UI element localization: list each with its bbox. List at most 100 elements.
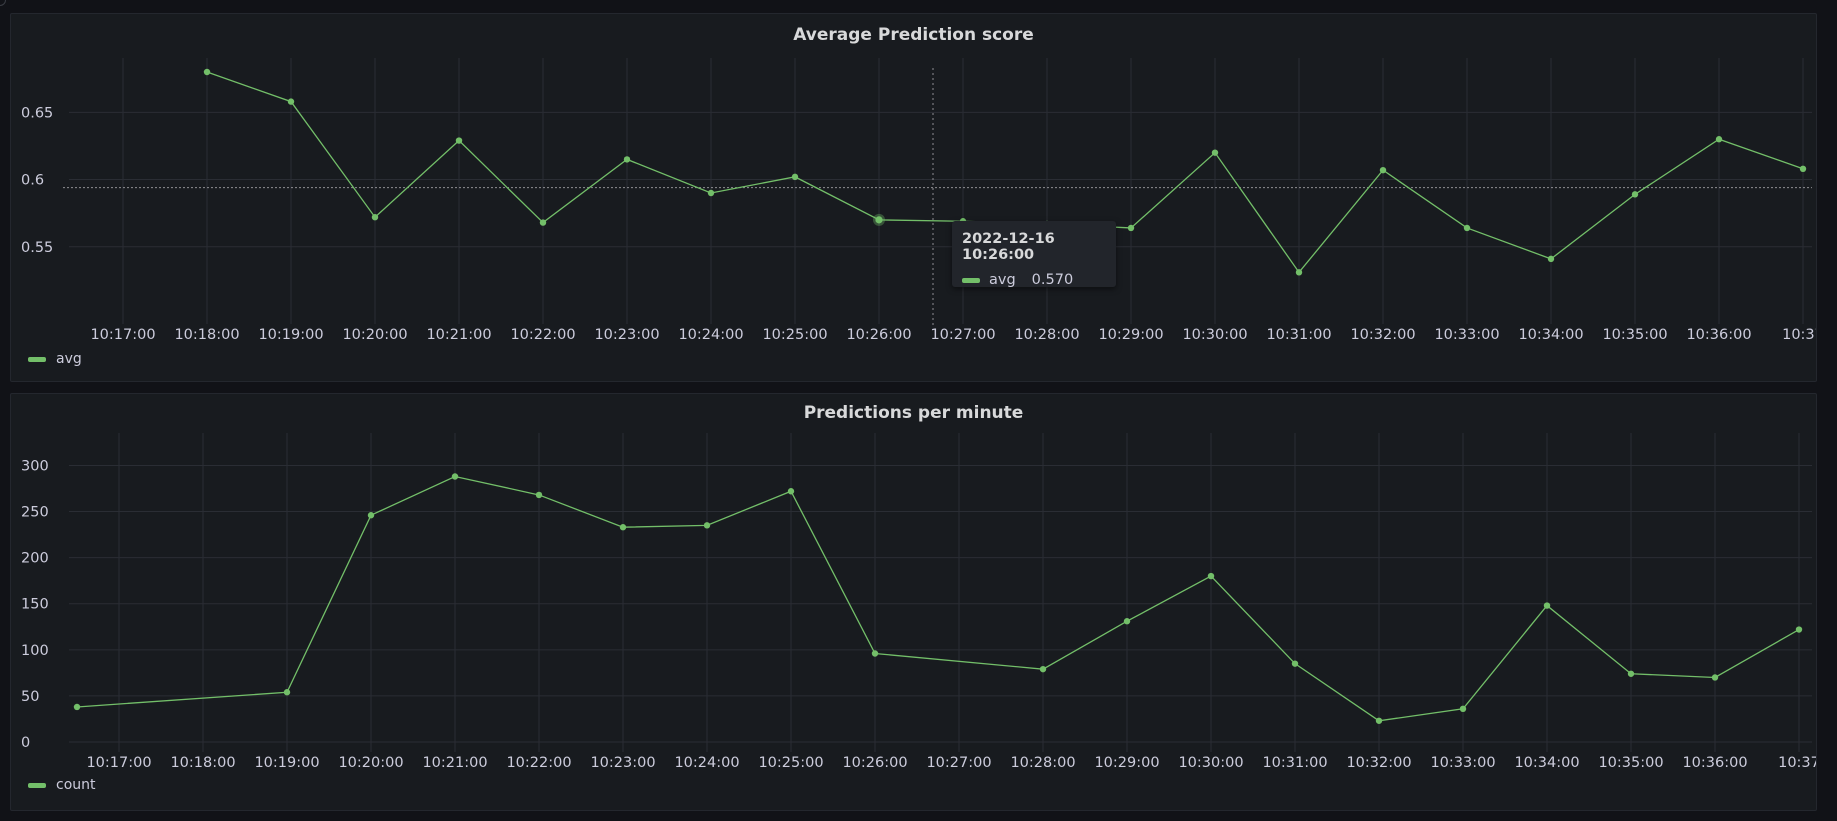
data-point-avg bbox=[1631, 191, 1639, 198]
data-point-count bbox=[535, 491, 543, 499]
data-point-avg bbox=[1379, 166, 1387, 174]
panel-average-prediction-score: Average Prediction score 10:17:00 10:18:0… bbox=[10, 13, 1817, 382]
x-axis-tick-label: 10:17:00 bbox=[86, 755, 151, 771]
x-axis-tick-label: 10:35:00 bbox=[1602, 327, 1667, 343]
x-axis-tick-label: 10:28:00 bbox=[1010, 755, 1075, 771]
data-point-count bbox=[1375, 717, 1383, 724]
tooltip-value: 0.570 bbox=[1031, 272, 1074, 288]
x-axis-tick-label: 10:29:00 bbox=[1094, 755, 1159, 771]
x-axis-tick-label: 10:20:00 bbox=[342, 327, 407, 343]
data-point-count bbox=[1711, 674, 1719, 681]
legend-swatch bbox=[28, 356, 46, 362]
legend-label: count bbox=[56, 777, 96, 793]
x-axis-tick-label: 10:25:00 bbox=[762, 327, 827, 343]
data-point-count bbox=[1795, 626, 1803, 633]
legend-item-avg[interactable]: avg bbox=[28, 351, 82, 367]
corner-mark bbox=[0, 0, 6, 6]
x-axis-tick-label: 10:30:00 bbox=[1178, 755, 1243, 771]
y-axis-tick-label: 200 bbox=[21, 551, 49, 567]
x-axis-tick-label: 10:27:00 bbox=[926, 755, 991, 771]
data-point-count bbox=[73, 703, 81, 711]
data-point-avg bbox=[1715, 136, 1723, 143]
data-point-avg bbox=[707, 189, 715, 197]
panel-predictions-per-minute: Predictions per minute 10:17:00 10:18:00 1… bbox=[10, 393, 1817, 811]
y-axis-tick-label: 0.65 bbox=[21, 105, 53, 121]
x-axis-tick-label: 10:17:00 bbox=[90, 327, 155, 343]
data-point-avg bbox=[791, 173, 799, 181]
data-point-count bbox=[1543, 602, 1551, 609]
data-point-count bbox=[1039, 665, 1047, 673]
x-axis-tick-label: 10:29:00 bbox=[1098, 327, 1163, 343]
legend-item-count[interactable]: count bbox=[28, 777, 96, 793]
data-point-count bbox=[1123, 618, 1131, 625]
x-axis-tick-label: 10:37 bbox=[1778, 755, 1816, 771]
x-axis-tick-label: 10:30:00 bbox=[1182, 327, 1247, 343]
x-axis-tick-label: 10:19:00 bbox=[258, 327, 323, 343]
data-point-count bbox=[1459, 705, 1467, 713]
x-axis-tick-label: 10:34:00 bbox=[1518, 327, 1583, 343]
y-axis-tick-label: 100 bbox=[21, 643, 49, 659]
x-axis-tick-label: 10:33:00 bbox=[1430, 755, 1495, 771]
data-point-avg bbox=[203, 68, 211, 76]
tooltip-swatch bbox=[962, 277, 980, 283]
data-point-avg bbox=[455, 137, 463, 144]
y-axis-tick-label: 0.6 bbox=[21, 173, 44, 189]
data-point-count bbox=[619, 524, 627, 531]
x-axis-tick-label: 10:23:00 bbox=[590, 755, 655, 771]
series-line-count bbox=[76, 475, 1800, 722]
x-axis-tick-label: 10:28:00 bbox=[1014, 327, 1079, 343]
x-axis-tick-label: 10:22:00 bbox=[510, 327, 575, 343]
x-axis-tick-label: 10:22:00 bbox=[506, 755, 571, 771]
hover-tooltip: 2022-12-16 10:26:00 avg 0.570 bbox=[952, 221, 1116, 288]
x-axis-tick-label: 10:27:00 bbox=[930, 327, 995, 343]
x-axis-tick-label: 10:32:00 bbox=[1350, 327, 1415, 343]
y-axis-tick-label: 0.55 bbox=[21, 240, 53, 256]
data-point-count bbox=[367, 512, 375, 519]
legend-label: avg bbox=[56, 351, 82, 367]
x-axis-tick-label: 10:18:00 bbox=[174, 327, 239, 343]
x-axis-tick-label: 10:34:00 bbox=[1514, 755, 1579, 771]
x-axis-tick-label: 10:23:00 bbox=[594, 327, 659, 343]
data-point-avg bbox=[1463, 224, 1471, 232]
tooltip-time: 2022-12-16 10:26:00 bbox=[962, 231, 1055, 263]
y-axis-tick-label: 150 bbox=[21, 597, 49, 613]
x-axis-tick-label: 10:35:00 bbox=[1598, 755, 1663, 771]
x-axis-tick-label: 10:21:00 bbox=[426, 327, 491, 343]
x-axis-tick-label: 10:36:00 bbox=[1682, 755, 1747, 771]
legend-swatch bbox=[28, 782, 46, 788]
chart-predictions-per-minute[interactable]: 10:17:00 10:18:00 10:19:00 10:20:00 10:21:00… bbox=[11, 394, 1816, 810]
x-axis-tick-label: 10:26:00 bbox=[842, 755, 907, 771]
data-point-count bbox=[1291, 660, 1299, 667]
data-point-avg bbox=[1295, 269, 1303, 276]
data-point-count bbox=[787, 488, 795, 495]
tooltip-row: avg 0.570 bbox=[962, 272, 1106, 288]
data-point-avg bbox=[539, 219, 547, 226]
data-point-count bbox=[451, 473, 459, 480]
y-axis-tick-label: 250 bbox=[21, 505, 49, 521]
tooltip-series: avg bbox=[989, 272, 1016, 288]
y-axis-tick-label: 300 bbox=[21, 458, 49, 474]
data-point-count bbox=[283, 689, 291, 696]
x-axis-tick-label: 10:31:00 bbox=[1266, 327, 1331, 343]
data-point-avg bbox=[1799, 165, 1807, 172]
data-point-avg bbox=[1211, 149, 1219, 156]
data-point-avg bbox=[287, 98, 295, 105]
x-axis-tick-label: 10:20:00 bbox=[338, 755, 403, 771]
data-point-avg bbox=[1127, 224, 1135, 232]
data-point-avg bbox=[371, 214, 379, 221]
x-axis-tick-label: 10:32:00 bbox=[1346, 755, 1411, 771]
x-axis-tick-label: 10:24:00 bbox=[678, 327, 743, 343]
x-axis-tick-label: 10:18:00 bbox=[170, 755, 235, 771]
x-axis-tick-label: 10:33:00 bbox=[1434, 327, 1499, 343]
y-axis-tick-label: 50 bbox=[21, 689, 39, 705]
x-axis-tick-label: 10:24:00 bbox=[674, 755, 739, 771]
chart-average-prediction-score[interactable]: 10:17:00 10:18:00 10:19:00 10:20:00 10:21:00… bbox=[11, 14, 1816, 381]
x-axis-tick-label: 10:36:00 bbox=[1686, 327, 1751, 343]
x-axis-tick-label: 10:37 bbox=[1782, 327, 1816, 343]
data-point-count bbox=[871, 650, 879, 657]
data-point-count bbox=[1627, 670, 1635, 677]
data-point-count bbox=[703, 522, 711, 529]
y-axis-tick-label: 0 bbox=[21, 735, 30, 751]
x-axis-tick-label: 10:25:00 bbox=[758, 755, 823, 771]
x-axis-tick-label: 10:31:00 bbox=[1262, 755, 1327, 771]
